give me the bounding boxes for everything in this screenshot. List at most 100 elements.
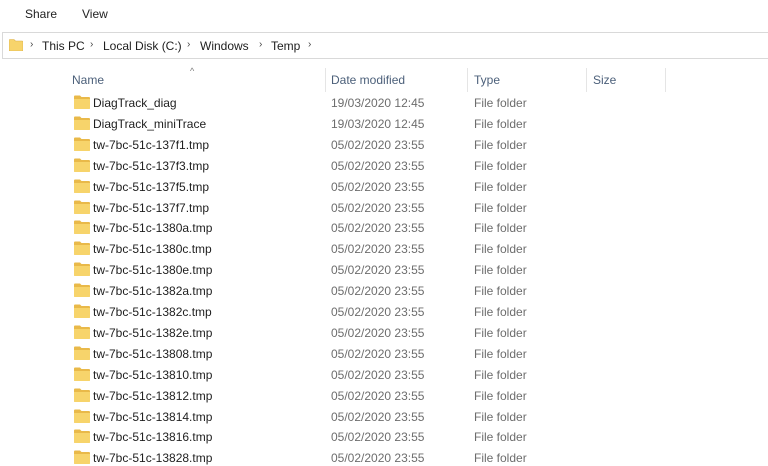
file-type: File folder	[474, 284, 527, 298]
file-name: tw-7bc-51c-1380a.tmp	[93, 221, 213, 235]
file-row[interactable]: tw-7bc-51c-13816.tmp 05/02/2020 23:55 File…	[0, 426, 768, 447]
file-type: File folder	[474, 180, 527, 194]
file-date-modified: 05/02/2020 23:55	[331, 451, 425, 465]
breadcrumb-separator-icon: ›	[259, 39, 263, 50]
file-row[interactable]: tw-7bc-51c-137f7.tmp 05/02/2020 23:55 File…	[0, 197, 768, 218]
file-name: tw-7bc-51c-13814.tmp	[93, 410, 213, 424]
file-name: tw-7bc-51c-13828.tmp	[93, 451, 213, 465]
folder-icon	[74, 325, 90, 339]
file-date-modified: 05/02/2020 23:55	[331, 389, 425, 403]
file-name: tw-7bc-51c-1380e.tmp	[93, 263, 213, 277]
file-name: tw-7bc-51c-1382c.tmp	[93, 305, 212, 319]
file-row[interactable]: tw-7bc-51c-137f1.tmp 05/02/2020 23:55 File…	[0, 134, 768, 155]
file-name: tw-7bc-51c-13812.tmp	[93, 389, 213, 403]
column-header-row: ^ Name Date modified Type Size	[0, 66, 768, 92]
column-header-size[interactable]: Size	[593, 73, 616, 87]
file-date-modified: 05/02/2020 23:55	[331, 221, 425, 235]
folder-icon	[74, 304, 90, 318]
breadcrumb-local-disk[interactable]: Local Disk (C:)	[103, 39, 182, 53]
file-type: File folder	[474, 138, 527, 152]
file-row[interactable]: tw-7bc-51c-1382e.tmp 05/02/2020 23:55 File…	[0, 322, 768, 343]
file-type: File folder	[474, 326, 527, 340]
file-row[interactable]: tw-7bc-51c-13828.tmp 05/02/2020 23:55 File…	[0, 447, 768, 466]
folder-icon	[74, 346, 90, 360]
file-date-modified: 05/02/2020 23:55	[331, 305, 425, 319]
column-header-date-modified[interactable]: Date modified	[331, 73, 405, 87]
file-type: File folder	[474, 242, 527, 256]
file-name: tw-7bc-51c-13816.tmp	[93, 430, 213, 444]
file-row[interactable]: tw-7bc-51c-13808.tmp 05/02/2020 23:55 File…	[0, 343, 768, 364]
file-date-modified: 05/02/2020 23:55	[331, 326, 425, 340]
file-date-modified: 05/02/2020 23:55	[331, 410, 425, 424]
file-row[interactable]: tw-7bc-51c-1382c.tmp 05/02/2020 23:55 File…	[0, 301, 768, 322]
file-row[interactable]: tw-7bc-51c-1382a.tmp 05/02/2020 23:55 File…	[0, 280, 768, 301]
file-name: DiagTrack_miniTrace	[93, 117, 207, 131]
breadcrumb-separator-icon: ›	[187, 39, 191, 50]
file-type: File folder	[474, 96, 527, 110]
breadcrumb-windows[interactable]: Windows	[200, 39, 249, 53]
file-name: tw-7bc-51c-137f7.tmp	[93, 201, 210, 215]
file-type: File folder	[474, 430, 527, 444]
folder-icon	[74, 429, 90, 443]
file-type: File folder	[474, 410, 527, 424]
ribbon-tab-view[interactable]: View	[82, 7, 108, 21]
file-row[interactable]: tw-7bc-51c-13814.tmp 05/02/2020 23:55 File…	[0, 406, 768, 427]
folder-icon	[74, 95, 90, 109]
file-date-modified: 19/03/2020 12:45	[331, 117, 425, 131]
file-date-modified: 05/02/2020 23:55	[331, 159, 425, 173]
folder-icon	[74, 409, 90, 423]
sort-ascending-icon: ^	[190, 66, 195, 76]
file-row[interactable]: tw-7bc-51c-137f5.tmp 05/02/2020 23:55 File…	[0, 176, 768, 197]
file-row[interactable]: tw-7bc-51c-1380c.tmp 05/02/2020 23:55 File…	[0, 238, 768, 259]
folder-icon	[74, 283, 90, 297]
folder-icon	[74, 179, 90, 193]
file-row[interactable]: tw-7bc-51c-1380a.tmp 05/02/2020 23:55 File…	[0, 217, 768, 238]
file-row[interactable]: tw-7bc-51c-1380e.tmp 05/02/2020 23:55 File…	[0, 259, 768, 280]
folder-icon	[9, 39, 23, 51]
file-type: File folder	[474, 368, 527, 382]
file-name: tw-7bc-51c-137f5.tmp	[93, 180, 210, 194]
file-date-modified: 05/02/2020 23:55	[331, 263, 425, 277]
ribbon-tab-share[interactable]: Share	[25, 7, 57, 21]
file-name: tw-7bc-51c-1382a.tmp	[93, 284, 213, 298]
file-row[interactable]: tw-7bc-51c-137f3.tmp 05/02/2020 23:55 File…	[0, 155, 768, 176]
file-type: File folder	[474, 201, 527, 215]
file-date-modified: 05/02/2020 23:55	[331, 242, 425, 256]
file-date-modified: 05/02/2020 23:55	[331, 430, 425, 444]
column-divider[interactable]	[665, 68, 666, 92]
file-name: tw-7bc-51c-13808.tmp	[93, 347, 213, 361]
file-date-modified: 05/02/2020 23:55	[331, 347, 425, 361]
ribbon-menu: Share View	[0, 0, 768, 28]
breadcrumb-temp[interactable]: Temp	[271, 39, 300, 53]
file-name: tw-7bc-51c-1382e.tmp	[93, 326, 213, 340]
folder-icon	[74, 388, 90, 402]
file-date-modified: 05/02/2020 23:55	[331, 284, 425, 298]
breadcrumb-this-pc[interactable]: This PC	[42, 39, 85, 53]
folder-icon	[74, 262, 90, 276]
file-list: DiagTrack_diag 19/03/2020 12:45 File folde…	[0, 92, 768, 466]
folder-icon	[74, 200, 90, 214]
folder-icon	[74, 220, 90, 234]
file-name: tw-7bc-51c-13810.tmp	[93, 368, 213, 382]
file-row[interactable]: DiagTrack_diag 19/03/2020 12:45 File folde…	[0, 92, 768, 113]
file-date-modified: 19/03/2020 12:45	[331, 96, 425, 110]
address-bar[interactable]: › This PC › Local Disk (C:) › Windows › …	[2, 32, 768, 59]
folder-icon	[74, 241, 90, 255]
column-divider[interactable]	[325, 68, 326, 92]
file-row[interactable]: tw-7bc-51c-13810.tmp 05/02/2020 23:55 File…	[0, 364, 768, 385]
file-date-modified: 05/02/2020 23:55	[331, 201, 425, 215]
column-divider[interactable]	[467, 68, 468, 92]
file-row[interactable]: tw-7bc-51c-13812.tmp 05/02/2020 23:55 File…	[0, 385, 768, 406]
file-type: File folder	[474, 451, 527, 465]
file-date-modified: 05/02/2020 23:55	[331, 180, 425, 194]
folder-icon	[74, 367, 90, 381]
column-header-name[interactable]: Name	[72, 73, 104, 87]
file-explorer-window: Share View › This PC › Local Disk (C:) ›…	[0, 0, 768, 466]
column-divider[interactable]	[586, 68, 587, 92]
file-type: File folder	[474, 117, 527, 131]
folder-icon	[74, 450, 90, 464]
folder-icon	[74, 137, 90, 151]
file-row[interactable]: DiagTrack_miniTrace 19/03/2020 12:45 File …	[0, 113, 768, 134]
column-header-type[interactable]: Type	[474, 73, 500, 87]
folder-icon	[74, 158, 90, 172]
